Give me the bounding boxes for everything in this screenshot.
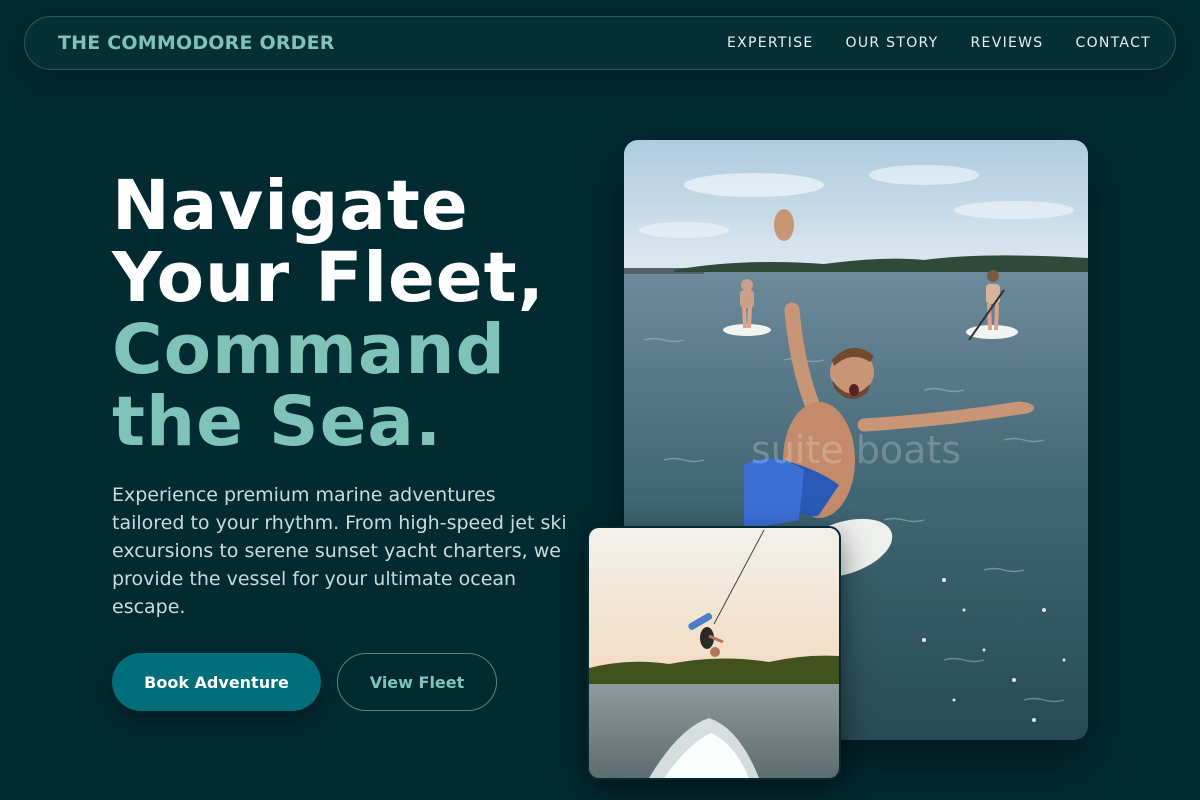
top-nav-bar: THE COMMODORE ORDER EXPERTISE OUR STORY …	[24, 16, 1176, 70]
nav-item-contact[interactable]: CONTACT	[1076, 35, 1152, 51]
hero-title-line-3: Command	[112, 310, 506, 390]
nav-item-our-story[interactable]: OUR STORY	[846, 35, 939, 51]
brand-logo[interactable]: THE COMMODORE ORDER	[58, 32, 335, 54]
view-fleet-button[interactable]: View Fleet	[337, 653, 497, 711]
hero-secondary-photo	[587, 526, 841, 780]
nav-item-expertise[interactable]: EXPERTISE	[727, 35, 814, 51]
nav-item-reviews[interactable]: REVIEWS	[971, 35, 1044, 51]
hero-title-line-2: Your Fleet,	[112, 238, 545, 318]
hero-title: Navigate Your Fleet, Command the Sea.	[112, 170, 545, 458]
nav-links: EXPERTISE OUR STORY REVIEWS CONTACT	[727, 35, 1151, 51]
book-adventure-button[interactable]: Book Adventure	[112, 653, 321, 711]
hero-title-line-1: Navigate	[112, 166, 469, 246]
hero-description: Experience premium marine adventures tai…	[112, 484, 567, 618]
photo-watermark: suite boats	[751, 428, 961, 472]
hero-title-line-4: the Sea.	[112, 382, 443, 462]
